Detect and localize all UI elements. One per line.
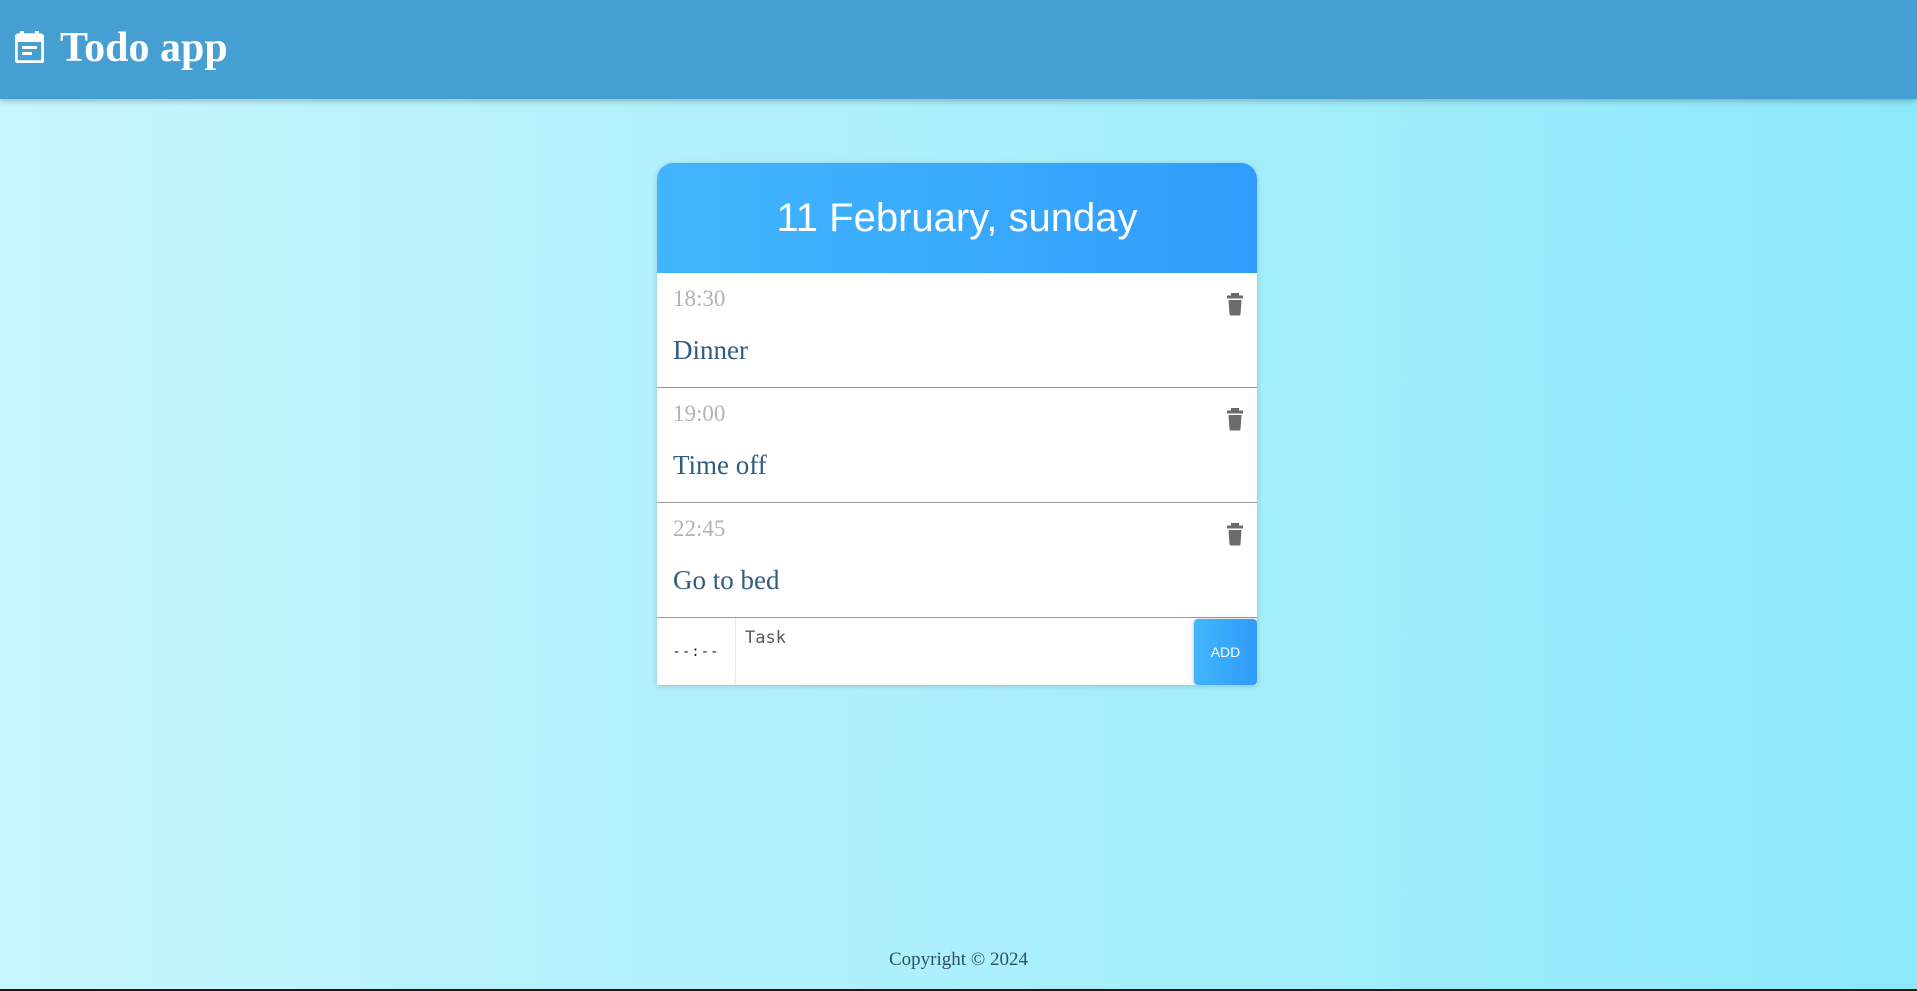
calendar-icon xyxy=(14,31,45,64)
task-text: Time off xyxy=(673,450,767,480)
task-time: 22:45 xyxy=(673,516,726,541)
task-time: 19:00 xyxy=(673,401,726,426)
footer-copyright: Copyright © 2024 xyxy=(889,949,1028,970)
time-input[interactable]: --:-- xyxy=(657,618,736,685)
task-item: 19:00 Time off xyxy=(657,388,1257,503)
task-text: Dinner xyxy=(673,335,748,365)
task-item: 18:30 Dinner xyxy=(657,273,1257,388)
task-time: 18:30 xyxy=(673,286,726,311)
date-header: 11 February, sunday xyxy=(657,163,1257,273)
task-input[interactable] xyxy=(737,618,1194,685)
trash-icon[interactable] xyxy=(1225,522,1245,546)
todo-card: 11 February, sunday 18:30 Dinner 19:00 T… xyxy=(657,163,1257,685)
task-text: Go to bed xyxy=(673,565,780,595)
app-header: Todo app xyxy=(0,0,1917,99)
trash-icon[interactable] xyxy=(1225,407,1245,431)
add-button[interactable]: ADD xyxy=(1194,619,1257,685)
task-item: 22:45 Go to bed xyxy=(657,503,1257,618)
trash-icon[interactable] xyxy=(1225,292,1245,316)
add-task-form: --:-- ADD xyxy=(657,618,1257,685)
app-title: Todo app xyxy=(60,25,228,71)
date-title: 11 February, sunday xyxy=(776,196,1138,240)
